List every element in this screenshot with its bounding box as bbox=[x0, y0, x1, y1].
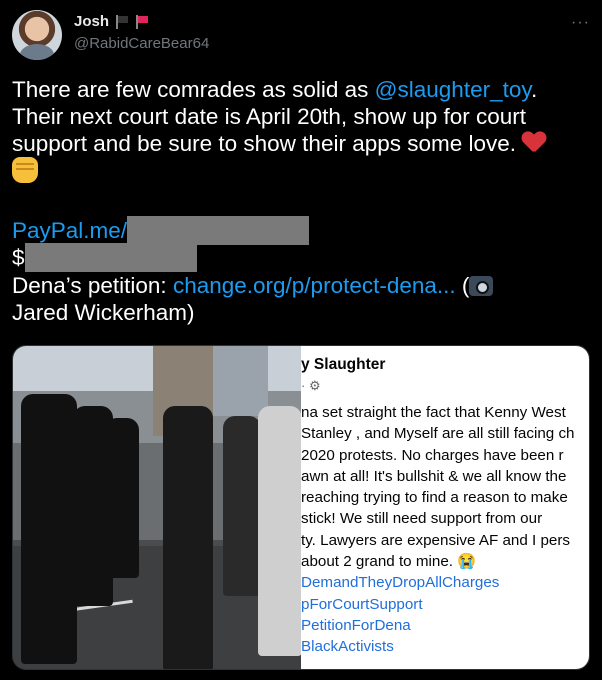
protest-photo[interactable] bbox=[13, 346, 301, 669]
post-line: Stanley , and Myself are all still facin… bbox=[301, 425, 575, 443]
user-handle[interactable]: @RabidCareBear64 bbox=[74, 35, 209, 52]
tweet-line-cashapp: $ bbox=[12, 243, 592, 272]
petition-link[interactable]: change.org/p/protect-dena... bbox=[173, 273, 456, 298]
post-line: reaching trying to find a reason to make bbox=[301, 489, 568, 507]
post-hashtag: BlackActivists bbox=[301, 638, 394, 656]
tweet-line-3: support and be sure to show their apps s… bbox=[12, 130, 592, 157]
more-options-icon[interactable]: ··· bbox=[571, 14, 590, 32]
red-heart-icon bbox=[522, 132, 546, 154]
post-line: 2020 protests. No charges have been r bbox=[301, 446, 564, 464]
tweet-line-petition: Dena’s petition: change.org/p/protect-de… bbox=[12, 272, 592, 299]
author-row: Josh bbox=[74, 13, 149, 30]
tweet-line-paypal: PayPal.me/ bbox=[12, 216, 592, 245]
tweet-line-1: There are few comrades as solid as @slau… bbox=[12, 77, 538, 102]
post-body: na set straight the fact that Kenny West… bbox=[301, 402, 589, 658]
redaction-bar bbox=[127, 216, 310, 245]
post-line: stick! We still need support from our bbox=[301, 510, 543, 528]
post-hashtag: DemandTheyDropAllCharges bbox=[301, 574, 500, 592]
tweet-text: There are few comrades as solid as @slau… bbox=[12, 76, 592, 326]
post-hashtag: pForCourtSupport bbox=[301, 595, 423, 613]
tweet-media[interactable]: y Slaughter · ⚙ na set straight the fact… bbox=[12, 345, 590, 670]
tweet-line-credit: Jared Wickerham) bbox=[12, 300, 195, 325]
display-name[interactable]: Josh bbox=[74, 13, 109, 30]
post-hashtag: PetitionForDena bbox=[301, 616, 411, 634]
raised-fist-icon bbox=[12, 157, 38, 183]
facebook-post-screenshot: y Slaughter · ⚙ na set straight the fact… bbox=[301, 346, 589, 669]
tweet-line-4 bbox=[12, 157, 592, 185]
camera-icon bbox=[469, 276, 494, 296]
post-line: ty. Lawyers are expensive AF and I pers bbox=[301, 531, 571, 549]
avatar[interactable] bbox=[12, 10, 62, 60]
paypal-link[interactable]: PayPal.me/ bbox=[12, 218, 127, 243]
post-meta: · ⚙ bbox=[301, 378, 321, 393]
redaction-bar bbox=[24, 243, 197, 272]
black-flag-icon bbox=[115, 14, 129, 29]
tweet-line-2: Their next court date is April 20th, sho… bbox=[12, 104, 527, 129]
post-line: na set straight the fact that Kenny West bbox=[301, 404, 566, 421]
post-line: awn at all! It's bullshit & we all know … bbox=[301, 467, 567, 485]
red-flag-icon bbox=[135, 14, 149, 29]
post-line: about 2 grand to mine. 😭 bbox=[301, 553, 477, 571]
mention-link[interactable]: @slaughter_toy bbox=[375, 77, 531, 102]
post-author: y Slaughter bbox=[301, 356, 386, 373]
